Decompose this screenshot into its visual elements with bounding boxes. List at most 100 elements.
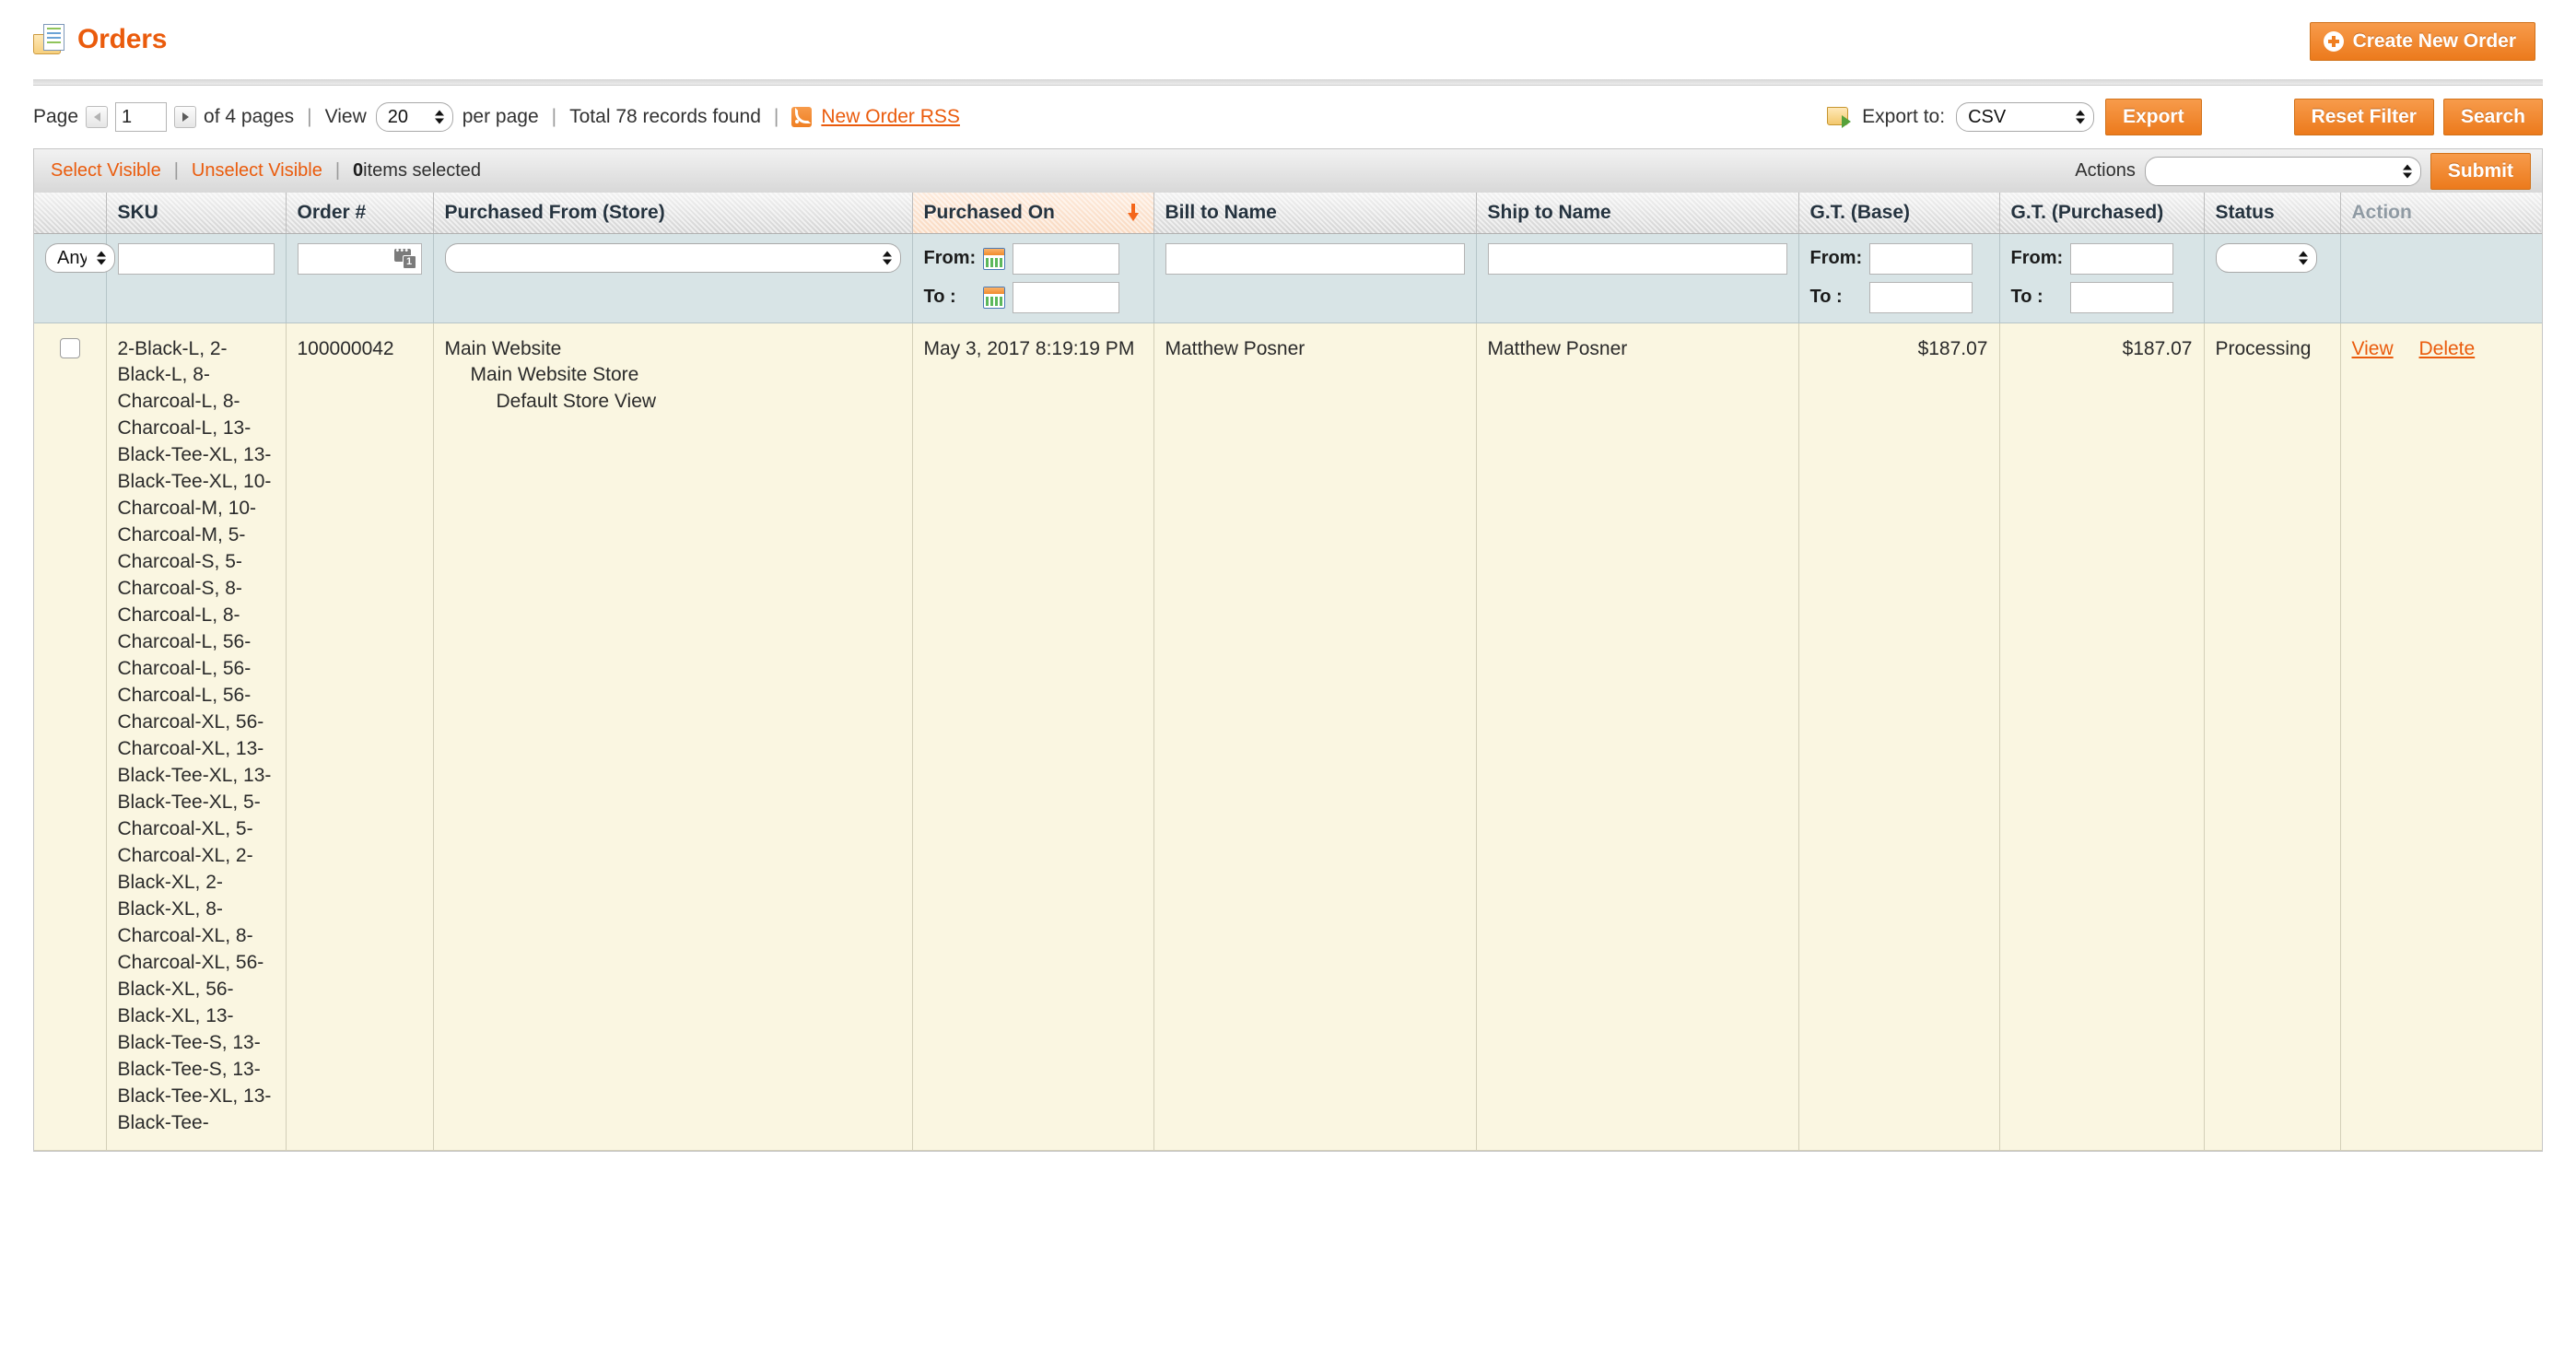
any-select-wrap: Any bbox=[45, 242, 115, 273]
store-select-wrap bbox=[444, 242, 901, 273]
from-label: From: bbox=[2010, 248, 2064, 268]
filter-cell-bill-to-name bbox=[1153, 233, 1477, 323]
column-header-checkbox[interactable] bbox=[34, 193, 107, 234]
filter-ship-to-name-input[interactable] bbox=[1487, 242, 1787, 275]
filter-cell-ship-to-name bbox=[1476, 233, 1799, 323]
toolbar-separator-2: | bbox=[551, 106, 557, 127]
column-header-status[interactable]: Status bbox=[2204, 193, 2341, 234]
to-label: To : bbox=[923, 287, 956, 307]
create-new-order-button[interactable]: Create New Order bbox=[2309, 22, 2535, 61]
export-to-label: Export to: bbox=[1862, 106, 1946, 127]
massaction-separator-1: | bbox=[173, 160, 179, 181]
filter-cell-status bbox=[2204, 233, 2341, 323]
page-title: Orders bbox=[77, 24, 168, 54]
calendar-icon[interactable] bbox=[982, 247, 1005, 270]
filter-cell-purchased-from bbox=[433, 233, 913, 323]
unselect-visible-link[interactable]: Unselect Visible bbox=[192, 160, 322, 182]
delete-order-link[interactable]: Delete bbox=[2418, 338, 2475, 359]
search-button[interactable]: Search bbox=[2442, 99, 2543, 135]
toolbar-right-group: Export to: CSV Export Reset Filter Searc… bbox=[1827, 99, 2543, 135]
cell-bill-to-name: Matthew Posner bbox=[1153, 322, 1477, 1151]
filter-gt-purchased-from-input[interactable] bbox=[2069, 242, 2173, 275]
row-checkbox[interactable] bbox=[59, 337, 80, 358]
to-label: To : bbox=[2010, 287, 2043, 307]
reset-filter-button[interactable]: Reset Filter bbox=[2293, 99, 2434, 135]
cell-gt-base: $187.07 bbox=[1798, 322, 2000, 1151]
column-header-bill-to-name[interactable]: Bill to Name bbox=[1153, 193, 1477, 234]
page-input[interactable] bbox=[115, 102, 168, 132]
status-select-wrap bbox=[2215, 242, 2317, 273]
rss-icon bbox=[791, 107, 813, 127]
filter-gt-base-to-input[interactable] bbox=[1868, 281, 1973, 313]
store-group: Main Website Store bbox=[470, 364, 639, 386]
calendar-icon[interactable] bbox=[982, 286, 1005, 309]
actions-select-wrap bbox=[2144, 156, 2421, 186]
per-page-select-wrap: 20 bbox=[375, 102, 453, 132]
filter-gt-purchased-to-row: To : bbox=[2010, 281, 2193, 313]
actions-select[interactable] bbox=[2144, 156, 2421, 186]
filter-status-select[interactable] bbox=[2215, 242, 2317, 273]
page-header: Orders Create New Order bbox=[0, 0, 2576, 79]
store-view: Default Store View bbox=[496, 391, 657, 413]
select-any-filter[interactable]: Any bbox=[45, 242, 115, 273]
select-visible-link[interactable]: Select Visible bbox=[51, 160, 161, 182]
cell-action: View Delete bbox=[2340, 322, 2542, 1151]
per-page-select[interactable]: 20 bbox=[375, 102, 453, 132]
filter-store-select[interactable] bbox=[444, 242, 901, 273]
filter-sku-input[interactable] bbox=[117, 242, 275, 275]
total-records-label: Total 78 records found bbox=[569, 106, 761, 127]
export-button[interactable]: Export bbox=[2105, 99, 2202, 135]
filter-purchased-on-to-input[interactable] bbox=[1012, 281, 1119, 313]
filter-gt-purchased-to-input[interactable] bbox=[2069, 281, 2173, 313]
export-icon bbox=[1827, 106, 1852, 128]
column-header-ship-to-name[interactable]: Ship to Name bbox=[1476, 193, 1799, 234]
cell-order-number: 100000042 bbox=[286, 322, 434, 1151]
filter-gt-purchased-from-row: From: bbox=[2010, 242, 2193, 275]
cell-purchased-on: May 3, 2017 8:19:19 PM bbox=[912, 322, 1154, 1151]
orders-table: SKU Order # Purchased From (Store) Purch… bbox=[34, 193, 2542, 1151]
store-website: Main Website bbox=[444, 337, 562, 359]
column-header-gt-purchased[interactable]: G.T. (Purchased) bbox=[1999, 193, 2205, 234]
filter-cell-gt-base: From: To : bbox=[1798, 233, 2000, 323]
cell-gt-purchased: $187.07 bbox=[1999, 322, 2205, 1151]
view-order-link[interactable]: View bbox=[2352, 338, 2394, 359]
orders-grid: SKU Order # Purchased From (Store) Purch… bbox=[33, 193, 2543, 1152]
cell-purchased-from: Main Website Main Website Store Default … bbox=[433, 322, 913, 1151]
column-header-purchased-on[interactable]: Purchased On bbox=[912, 193, 1154, 234]
submit-button[interactable]: Submit bbox=[2430, 152, 2531, 190]
filter-gt-base-to-row: To : bbox=[1809, 281, 1988, 313]
next-page-button[interactable] bbox=[174, 106, 197, 128]
from-label: From: bbox=[923, 248, 977, 268]
cell-status: Processing bbox=[2204, 322, 2341, 1151]
suggest-icon[interactable]: 1 bbox=[393, 245, 416, 269]
filter-gt-base-from-input[interactable] bbox=[1868, 242, 1973, 275]
export-format-select[interactable]: CSV bbox=[1956, 102, 2095, 132]
to-label: To : bbox=[1809, 287, 1843, 307]
header-divider bbox=[33, 79, 2543, 86]
plus-icon bbox=[2323, 31, 2344, 52]
table-row[interactable]: 2-Black-L, 2-Black-L, 8-Charcoal-L, 8-Ch… bbox=[34, 322, 2542, 1151]
filter-cell-purchased-on: From: To : bbox=[912, 233, 1154, 323]
grid-header-row: SKU Order # Purchased From (Store) Purch… bbox=[34, 193, 2542, 234]
export-format-select-wrap: CSV bbox=[1956, 102, 2095, 132]
sort-descending-icon bbox=[1127, 203, 1139, 222]
filter-purchased-on-from-input[interactable] bbox=[1012, 242, 1119, 275]
column-header-order-number[interactable]: Order # bbox=[286, 193, 434, 234]
previous-page-button[interactable] bbox=[86, 106, 109, 128]
column-header-sku[interactable]: SKU bbox=[106, 193, 287, 234]
filter-cell-order-number: 1 bbox=[286, 233, 434, 323]
column-header-gt-base[interactable]: G.T. (Base) bbox=[1798, 193, 2000, 234]
view-label: View bbox=[324, 106, 367, 127]
massaction-bar: Select Visible | Unselect Visible | 0 it… bbox=[33, 148, 2543, 193]
column-header-purchased-from[interactable]: Purchased From (Store) bbox=[433, 193, 913, 234]
filter-cell-gt-purchased: From: To : bbox=[1999, 233, 2205, 323]
of-pages-label: of 4 pages bbox=[204, 106, 295, 127]
filter-cell-sku bbox=[106, 233, 287, 323]
filter-order-number-wrap: 1 bbox=[297, 242, 422, 275]
new-order-rss-link[interactable]: New Order RSS bbox=[821, 106, 960, 128]
page-title-group: Orders bbox=[33, 24, 167, 55]
cell-ship-to-name: Matthew Posner bbox=[1476, 322, 1799, 1151]
filter-bill-to-name-input[interactable] bbox=[1165, 242, 1465, 275]
column-header-purchased-on-label: Purchased On bbox=[923, 201, 1055, 223]
massaction-separator-2: | bbox=[334, 160, 341, 181]
